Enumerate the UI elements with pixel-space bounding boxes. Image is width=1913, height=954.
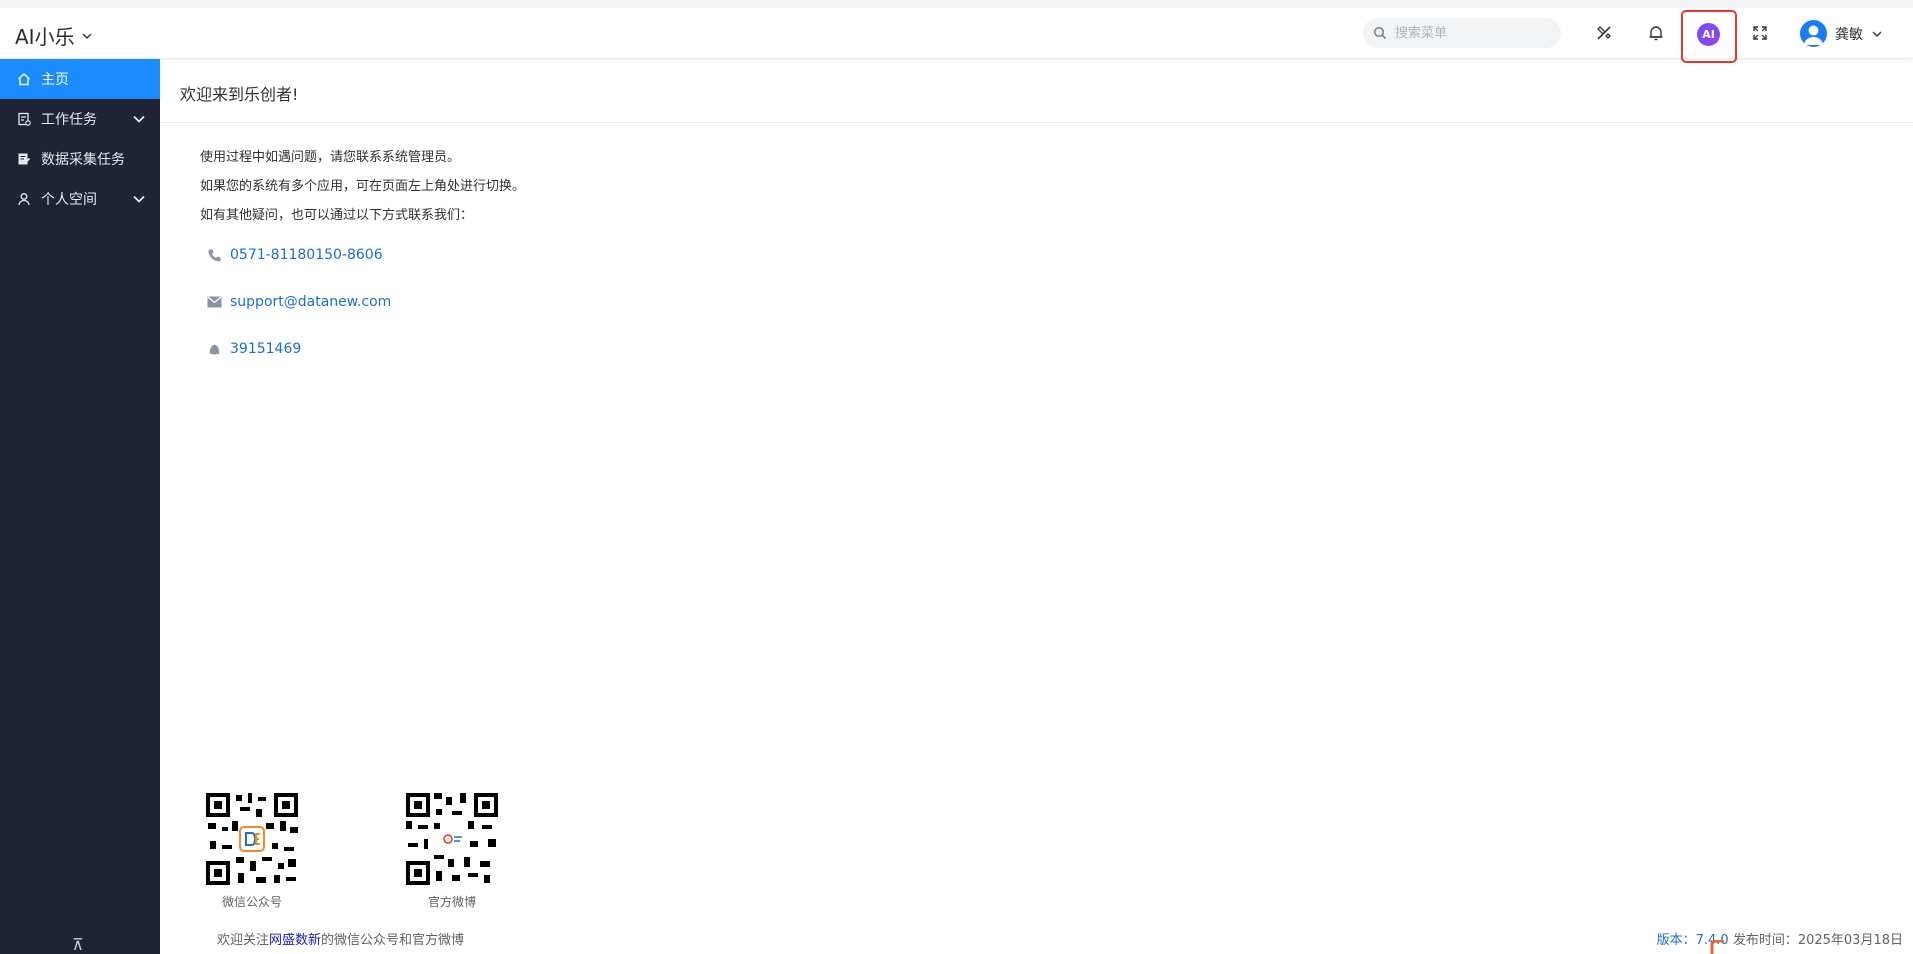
- sidebar: 主页 工作任务 数据采集任务 个人空间 ⊼: [0, 59, 160, 954]
- qr-weibo: 官方微博: [404, 791, 500, 910]
- intro-line: 使用过程中如遇问题，请您联系系统管理员。: [200, 150, 461, 165]
- intro-line: 如果您的系统有多个应用，可在页面左上角处进行切换。: [200, 179, 526, 194]
- sidebar-item-label: 数据采集任务: [41, 152, 125, 168]
- qq-icon: [206, 341, 222, 357]
- chevron-down-icon: [133, 195, 145, 203]
- logo-icon[interactable]: [1710, 940, 1730, 954]
- app-switcher[interactable]: AI小乐: [15, 21, 93, 50]
- sidebar-item-label: 工作任务: [41, 112, 97, 128]
- sidebar-item-data-collection[interactable]: 数据采集任务: [0, 139, 160, 179]
- intro-line: 如有其他疑问，也可以通过以下方式联系我们：: [200, 208, 474, 223]
- notification-button[interactable]: [1643, 20, 1669, 46]
- sidebar-item-personal-space[interactable]: 个人空间: [0, 179, 160, 219]
- app-title: AI小乐: [15, 25, 75, 49]
- chevron-down-icon: [82, 33, 92, 39]
- user-avatar-icon: [1804, 25, 1823, 45]
- sidebar-item-home[interactable]: 主页: [0, 59, 160, 99]
- user-name: 龚敏: [1835, 26, 1863, 43]
- version-info: 版本：7.4.0 发布时间：2025年03月18日: [1657, 929, 1903, 948]
- menu-search[interactable]: [1363, 18, 1561, 48]
- tools-button[interactable]: [1591, 20, 1617, 46]
- contact-phone[interactable]: 0571-81180150-8606: [206, 247, 383, 263]
- sidebar-collapse-button[interactable]: ⊼: [72, 935, 84, 954]
- user-menu[interactable]: 龚敏: [1800, 20, 1883, 47]
- bell-icon: [1649, 26, 1663, 41]
- avatar: [1800, 20, 1827, 47]
- contact-text: 0571-81180150-8606: [230, 247, 383, 263]
- page-title: 欢迎来到乐创者!: [180, 85, 299, 104]
- main-content: 欢迎来到乐创者! 使用过程中如遇问题，请您联系系统管理员。 如果您的系统有多个应…: [160, 59, 1913, 954]
- floating-toolbar-partial: [1710, 940, 1730, 954]
- sidebar-item-work-tasks[interactable]: 工作任务: [0, 99, 160, 139]
- chevron-down-icon: [133, 115, 145, 123]
- company-link[interactable]: 网盛数新: [269, 933, 321, 948]
- contact-text: 39151469: [230, 341, 302, 357]
- qr-caption: 微信公众号: [221, 895, 282, 909]
- sidebar-item-label: 个人空间: [41, 192, 97, 208]
- edit-form-icon: [16, 151, 32, 167]
- follow-prefix: 欢迎关注: [217, 933, 270, 948]
- qr-caption: 官方微博: [427, 895, 476, 909]
- fullscreen-icon: [1753, 26, 1767, 40]
- contact-text: support@datanew.com: [230, 294, 392, 310]
- release-date: 发布时间：2025年03月18日: [1732, 933, 1903, 948]
- search-icon: [1373, 26, 1387, 40]
- home-icon: [16, 71, 32, 87]
- user-icon: [16, 191, 32, 207]
- divider: [160, 122, 1913, 123]
- follow-suffix: 的微信公众号和官方微博: [321, 933, 465, 948]
- follow-notice: 欢迎关注网盛数新的微信公众号和官方微博: [217, 929, 464, 948]
- mail-icon: [206, 294, 222, 310]
- top-header: AI小乐 AI 龚敏: [0, 8, 1913, 63]
- contact-qq[interactable]: 39151469: [206, 341, 301, 357]
- task-icon: [16, 111, 32, 127]
- fullscreen-button[interactable]: [1747, 20, 1773, 46]
- chevron-down-icon: [1872, 31, 1882, 37]
- help-intro: 使用过程中如遇问题，请您联系系统管理员。 如果您的系统有多个应用，可在页面左上角…: [200, 143, 525, 230]
- search-input[interactable]: [1393, 24, 1557, 42]
- qr-wechat: 微信公众号: [204, 791, 300, 910]
- contact-email[interactable]: support@datanew.com: [206, 294, 391, 310]
- tools-icon: [1597, 26, 1611, 40]
- qr-code-image: [204, 791, 300, 887]
- phone-icon: [206, 247, 222, 263]
- sidebar-item-label: 主页: [41, 72, 69, 88]
- ai-assistant-button[interactable]: AI: [1697, 23, 1720, 46]
- qr-code-image: [404, 791, 500, 887]
